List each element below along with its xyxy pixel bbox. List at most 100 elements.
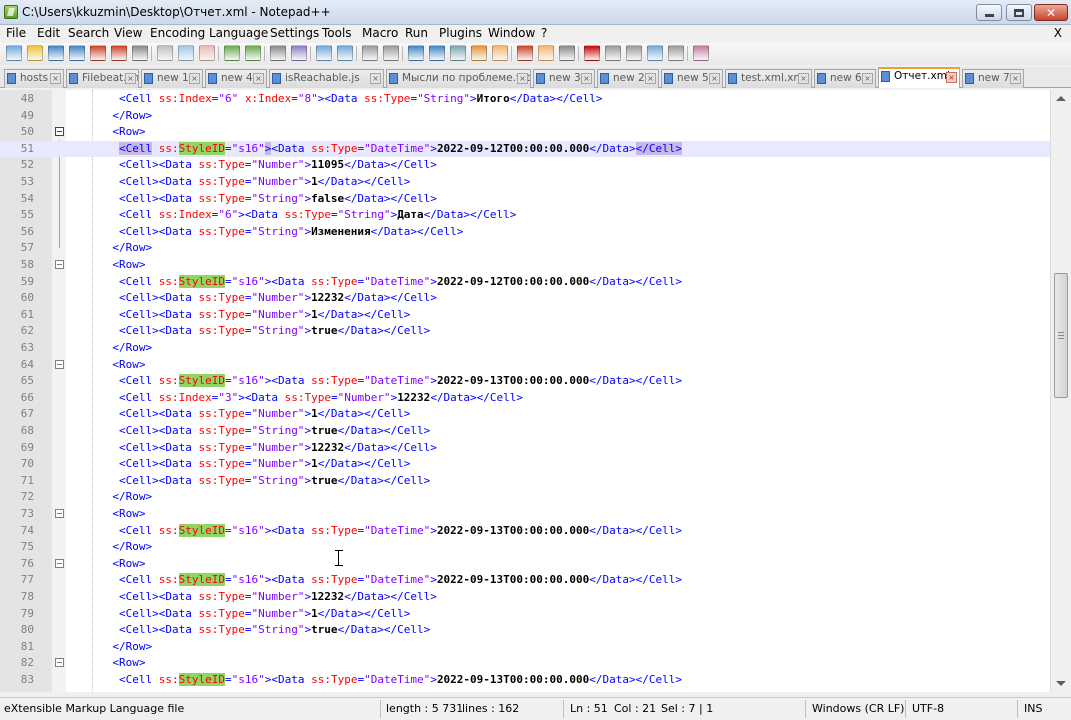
tab-close-icon[interactable]: × [798, 73, 809, 84]
save-all-icon[interactable] [69, 45, 85, 61]
zoom-out-icon[interactable] [337, 45, 353, 61]
replace-icon[interactable] [291, 45, 307, 61]
code-line[interactable]: 61 <Cell><Data ss:Type="Number">1</Data>… [0, 307, 1050, 324]
sync-h-icon[interactable] [383, 45, 399, 61]
maximize-button[interactable] [1006, 4, 1032, 21]
code-line[interactable]: 53 <Cell><Data ss:Type="Number">1</Data>… [0, 174, 1050, 191]
tab-4[interactable]: new 4 × [205, 69, 267, 88]
monitor-icon[interactable] [559, 45, 575, 61]
code-line[interactable]: 58 <Row> [0, 257, 1050, 274]
code-line[interactable]: 75 </Row> [0, 539, 1050, 556]
code-line[interactable]: 72 </Row> [0, 489, 1050, 506]
tab-13[interactable]: new 7 × [962, 69, 1024, 88]
code-line[interactable]: 52 <Cell><Data ss:Type="Number">11095</D… [0, 157, 1050, 174]
close-window-button[interactable]: ✕ [1034, 4, 1068, 21]
redo-icon[interactable] [245, 45, 261, 61]
tab-11[interactable]: new 6 × [814, 69, 876, 88]
code-line[interactable]: 56 <Cell><Data ss:Type="String">Изменени… [0, 224, 1050, 241]
fold-toggle-icon[interactable] [55, 359, 64, 369]
code-line[interactable]: 62 <Cell><Data ss:Type="String">true</Da… [0, 323, 1050, 340]
indent-guide-icon[interactable] [450, 45, 466, 61]
status-eol[interactable]: Windows (CR LF) [812, 702, 904, 715]
code-line[interactable]: 73 <Row> [0, 506, 1050, 523]
fold-toggle-icon[interactable] [55, 658, 64, 668]
menu-edit[interactable]: Edit [37, 26, 60, 40]
menu-search[interactable]: Search [68, 26, 109, 40]
fold-toggle-icon[interactable] [55, 509, 64, 518]
tab-6[interactable]: Мысли по проблеме.txt × [386, 69, 531, 88]
code-line[interactable]: 71 <Cell><Data ss:Type="String">true</Da… [0, 473, 1050, 490]
tab-close-icon[interactable]: × [125, 73, 136, 84]
code-line[interactable]: 55 <Cell ss:Index="6"><Data ss:Type="Str… [0, 207, 1050, 224]
function-list-icon[interactable] [517, 45, 533, 61]
print-icon[interactable] [132, 45, 148, 61]
code-line[interactable]: 49 </Row> [0, 108, 1050, 125]
record-macro-icon[interactable] [584, 45, 600, 61]
tab-1[interactable]: hosts × [4, 69, 64, 88]
status-insert-mode[interactable]: INS [1024, 702, 1042, 715]
tab-3[interactable]: new 1 × [141, 69, 203, 88]
run-macro-multiple-icon[interactable] [647, 45, 663, 61]
doc-map-icon[interactable] [492, 45, 508, 61]
code-line[interactable]: 68 <Cell><Data ss:Type="String">true</Da… [0, 423, 1050, 440]
close-document-button[interactable]: X [1054, 26, 1062, 40]
sync-v-icon[interactable] [362, 45, 378, 61]
menu-encoding[interactable]: Encoding [150, 26, 205, 40]
code-line[interactable]: 51 <Cell ss:StyleID="s16"><Data ss:Type=… [0, 140, 1050, 158]
show-all-chars-icon[interactable] [429, 45, 445, 61]
code-line[interactable]: 69 <Cell><Data ss:Type="Number">12232</D… [0, 440, 1050, 457]
code-line[interactable]: 80 <Cell><Data ss:Type="String">true</Da… [0, 622, 1050, 639]
close-icon[interactable] [90, 45, 106, 61]
minimize-button[interactable] [976, 4, 1002, 21]
tab-close-icon[interactable]: × [862, 73, 873, 84]
zoom-in-icon[interactable] [316, 45, 332, 61]
notepadpp-icon[interactable] [4, 5, 18, 19]
code-line[interactable]: 65 <Cell ss:StyleID="s16"><Data ss:Type=… [0, 373, 1050, 390]
undo-icon[interactable] [224, 45, 240, 61]
code-line[interactable]: 76 <Row> [0, 556, 1050, 573]
menu-settings[interactable]: Settings [270, 26, 319, 40]
fold-toggle-icon[interactable] [55, 260, 64, 269]
code-line[interactable]: 82 <Row> [0, 655, 1050, 672]
fold-toggle-icon[interactable] [55, 558, 64, 568]
code-editor[interactable]: 48 <Cell ss:Index="6" x:Index="8"><Data … [0, 90, 1050, 692]
code-line[interactable]: 67 <Cell><Data ss:Type="Number">1</Data>… [0, 406, 1050, 423]
tab-8[interactable]: new 2 × [597, 69, 659, 88]
code-line[interactable]: 70 <Cell><Data ss:Type="Number">1</Data>… [0, 456, 1050, 473]
copy-icon[interactable] [178, 45, 194, 61]
tab-close-icon[interactable]: × [517, 73, 528, 84]
find-icon[interactable] [270, 45, 286, 61]
tab-close-icon[interactable]: × [946, 72, 957, 83]
scroll-down-icon[interactable] [1056, 681, 1066, 686]
code-line[interactable]: 83 <Cell ss:StyleID="s16"><Data ss:Type=… [0, 672, 1050, 689]
menu-language[interactable]: Language [209, 26, 268, 40]
code-line[interactable]: 50 <Row> [0, 124, 1050, 141]
menu-file[interactable]: File [6, 26, 26, 40]
code-line[interactable]: 81 </Row> [0, 639, 1050, 656]
menu-tools[interactable]: Tools [322, 26, 352, 40]
code-line[interactable]: 59 <Cell ss:StyleID="s16"><Data ss:Type=… [0, 274, 1050, 291]
paste-icon[interactable] [199, 45, 215, 61]
code-line[interactable]: 78 <Cell><Data ss:Type="Number">12232</D… [0, 589, 1050, 606]
stop-macro-icon[interactable] [605, 45, 621, 61]
tab-12[interactable]: Отчет.xml × [878, 67, 960, 88]
tab-7[interactable]: new 3 × [533, 69, 595, 88]
fold-toggle-icon[interactable] [55, 127, 64, 137]
cut-icon[interactable] [157, 45, 173, 61]
scroll-up-icon[interactable] [1056, 96, 1066, 101]
tab-close-icon[interactable]: × [1010, 73, 1021, 84]
tab-10[interactable]: test.xml.xml × [725, 69, 812, 88]
tab-9[interactable]: new 5 × [661, 69, 723, 88]
tab-close-icon[interactable]: × [253, 73, 264, 84]
tab-close-icon[interactable]: × [370, 73, 381, 84]
code-line[interactable]: 64 <Row> [0, 357, 1050, 374]
spellcheck-icon[interactable] [693, 45, 709, 61]
close-all-icon[interactable] [111, 45, 127, 61]
code-line[interactable]: 48 <Cell ss:Index="6" x:Index="8"><Data … [0, 91, 1050, 108]
lang-icon[interactable] [471, 45, 487, 61]
tab-close-icon[interactable]: × [709, 73, 720, 84]
tab-close-icon[interactable]: × [189, 73, 200, 84]
menu-window[interactable]: Window [488, 26, 535, 40]
save-macro-icon[interactable] [668, 45, 684, 61]
menu-run[interactable]: Run [405, 26, 428, 40]
